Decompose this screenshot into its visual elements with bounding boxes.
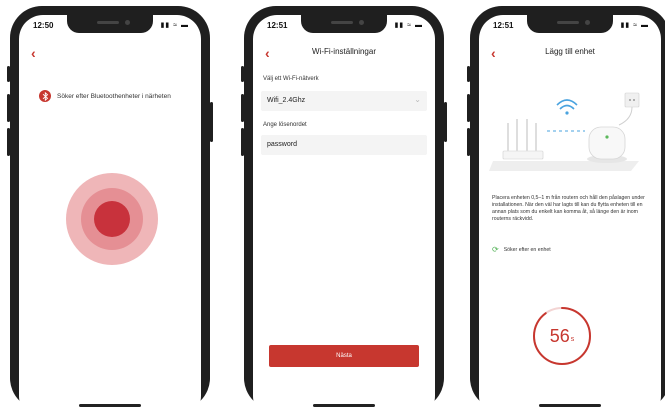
home-indicator [79,404,141,407]
router-device-illustration [489,92,640,171]
bluetooth-status-text: Söker efter Bluetoothenheter i närheten [57,92,171,100]
password-field[interactable]: password [261,135,427,155]
screen-wifi-settings: 12:51 ▮▮ ≈ ▬ ‹ Wi-Fi-inställningar Välj … [253,15,435,420]
page-title: Lägg till enhet [545,47,595,56]
status-time: 12:51 [267,21,288,30]
status-time: 12:51 [493,21,514,30]
notch [301,15,387,33]
status-icons: ▮▮ ≈ ▬ [620,22,649,29]
countdown-value: 56 [549,325,570,346]
notch [67,15,153,33]
placement-instructions: Placera enheten 0,5–1 m från routern och… [492,195,645,222]
phone-3: 12:51 ▮▮ ≈ ▬ ‹ Lägg till enhet Placera e… [467,6,665,420]
chevron-down-icon: ⌄ [414,95,421,104]
wifi-network-value: Wifi_2.4Ghz [267,97,306,104]
refresh-icon: ⟳ [492,245,499,254]
wifi-network-select[interactable]: Wifi_2.4Ghz ⌄ [261,91,427,111]
phone-1: 12:50 ▮▮ ≈ ▬ ‹ Söker efter Bluetoothenhe… [7,6,213,420]
page-title: Wi-Fi-inställningar [311,47,376,56]
screen-bluetooth-scan: 12:50 ▮▮ ≈ ▬ ‹ Söker efter Bluetoothenhe… [19,15,201,420]
home-indicator [313,404,375,407]
countdown-unit: s [570,335,575,343]
phone-2: 12:51 ▮▮ ≈ ▬ ‹ Wi-Fi-inställningar Välj … [241,6,447,420]
back-button[interactable]: ‹ [31,45,36,61]
wifi-network-label: Välj ett Wi-Fi-nätverk [263,76,319,82]
radar-center [94,201,130,237]
password-value: password [267,141,297,148]
countdown: 56 s [531,305,593,367]
home-indicator [539,404,601,407]
next-button[interactable]: Nästa [269,345,419,367]
bluetooth-icon [39,90,51,102]
status-time: 12:50 [33,21,54,30]
status-icons: ▮▮ ≈ ▬ [160,22,189,29]
bluetooth-status-row: Söker efter Bluetoothenheter i närheten [39,90,171,102]
search-status-text: Söker efter en enhet [503,246,551,253]
password-label: Ange lösenordet [263,122,307,128]
screen-add-device: 12:51 ▮▮ ≈ ▬ ‹ Lägg till enhet Placera e… [479,15,661,420]
notch [527,15,613,33]
search-status-row: ⟳ Söker efter en enhet [492,245,551,254]
status-icons: ▮▮ ≈ ▬ [394,22,423,29]
